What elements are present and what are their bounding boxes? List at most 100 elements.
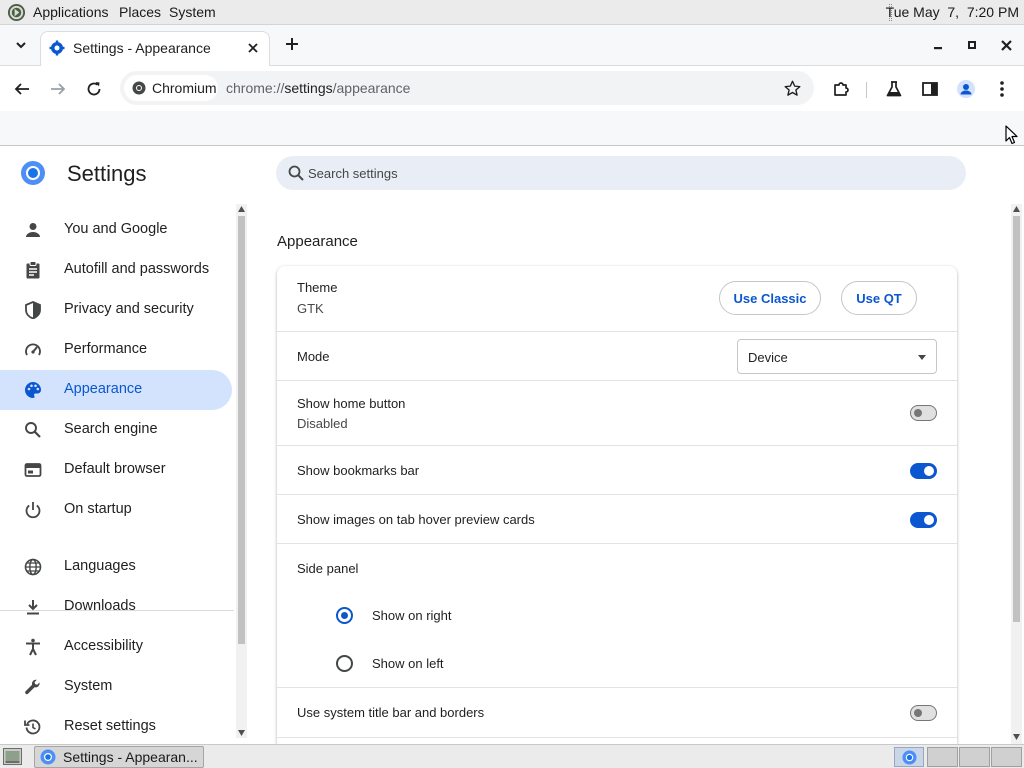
- maximize-icon: [968, 41, 976, 49]
- sidebar-scrollbar[interactable]: [236, 204, 247, 738]
- next-row: [277, 737, 957, 744]
- sidebar-item-appearance[interactable]: Appearance: [0, 370, 232, 410]
- bookmarks-bar-toggle[interactable]: [910, 463, 937, 479]
- scroll-down-arrow-icon[interactable]: [1013, 734, 1020, 740]
- sidebar-item-on-startup[interactable]: On startup: [0, 490, 232, 530]
- close-window-button[interactable]: [995, 34, 1017, 56]
- bookmarks-bar-label: Show bookmarks bar: [297, 463, 420, 478]
- side-panel-left-label[interactable]: Show on left: [372, 656, 444, 671]
- use-qt-button[interactable]: Use QT: [841, 281, 917, 315]
- gnome-foot-icon[interactable]: [7, 3, 26, 22]
- bookmark-star-button[interactable]: [782, 78, 802, 98]
- chromium-logo-icon: [21, 161, 45, 185]
- side-panel-row: Side panel Show on right Show on left: [277, 543, 957, 687]
- search-settings-input[interactable]: [308, 156, 948, 190]
- scroll-up-arrow-icon[interactable]: [238, 206, 245, 212]
- settings-search[interactable]: [276, 156, 966, 190]
- extensions-button[interactable]: [829, 77, 853, 101]
- sidebar-item-label: On startup: [64, 501, 132, 517]
- accessibility-icon: [26, 638, 40, 656]
- theme-row: Theme GTK Use Classic Use QT: [277, 266, 957, 331]
- title-bar-toggle[interactable]: [910, 705, 937, 721]
- show-desktop-icon[interactable]: [3, 748, 22, 765]
- sidebar-item-downloads[interactable]: Downloads: [0, 587, 232, 627]
- tab-title: Settings - Appearance: [73, 40, 211, 56]
- sidebar-item-reset-settings[interactable]: Reset settings: [0, 707, 232, 744]
- hover-cards-toggle[interactable]: [910, 512, 937, 528]
- minimize-icon: [934, 47, 942, 50]
- url-host: settings: [284, 80, 333, 96]
- dropdown-arrow-icon: [918, 355, 926, 360]
- theme-value: GTK: [297, 301, 324, 316]
- clipboard-icon: [26, 261, 40, 279]
- sidebar-item-performance[interactable]: Performance: [0, 330, 232, 370]
- scroll-down-arrow-icon[interactable]: [238, 730, 245, 736]
- main-scroll-thumb[interactable]: [1013, 216, 1020, 622]
- home-button-row[interactable]: Show home button Disabled: [277, 380, 957, 445]
- address-bar[interactable]: Chromium chrome://settings/appearance: [120, 71, 814, 105]
- plus-icon: [286, 38, 298, 50]
- sidebar-item-accessibility[interactable]: Accessibility: [0, 627, 232, 667]
- sidebar-scroll-thumb[interactable]: [238, 216, 245, 644]
- side-panel-right-label[interactable]: Show on right: [372, 608, 452, 623]
- back-button[interactable]: [10, 77, 34, 101]
- title-bar-row[interactable]: Use system title bar and borders: [277, 687, 957, 737]
- profile-button[interactable]: [954, 77, 978, 101]
- site-info-chip[interactable]: Chromium: [124, 75, 218, 101]
- tray-chromium[interactable]: [894, 747, 924, 767]
- sidebar-item-search-engine[interactable]: Search engine: [0, 410, 232, 450]
- reset-icon: [24, 719, 41, 735]
- home-button-label: Show home button: [297, 396, 406, 411]
- system-menu[interactable]: System: [169, 4, 216, 20]
- sidebar-item-label: Performance: [64, 341, 148, 357]
- avatar-icon: [957, 80, 975, 98]
- workspace-2[interactable]: [959, 747, 990, 767]
- tab-search-button[interactable]: [10, 34, 32, 56]
- sidebar-item-label: Appearance: [64, 381, 143, 397]
- mode-select[interactable]: Device: [737, 339, 937, 374]
- person-icon: [26, 223, 40, 237]
- theme-label: Theme: [297, 280, 338, 295]
- taskbar-window-settings[interactable]: Settings - Appearan...: [34, 746, 204, 768]
- scroll-up-arrow-icon[interactable]: [1013, 206, 1020, 212]
- sidebar-item-autofill[interactable]: Autofill and passwords: [0, 250, 232, 290]
- maximize-button[interactable]: [961, 34, 983, 56]
- applications-menu[interactable]: Applications: [33, 4, 109, 20]
- settings-gear-icon: [49, 40, 65, 56]
- url-text[interactable]: chrome://settings/appearance: [226, 80, 410, 96]
- reload-button[interactable]: [82, 77, 106, 101]
- globe-icon: [24, 558, 42, 576]
- shield-icon: [25, 301, 41, 319]
- workspace-3[interactable]: [991, 747, 1022, 767]
- workspace-1[interactable]: [927, 747, 958, 767]
- tab-settings-appearance[interactable]: Settings - Appearance: [40, 31, 270, 67]
- bookmarks-bar-row[interactable]: Show bookmarks bar: [277, 445, 957, 494]
- sidebar-item-system[interactable]: System: [0, 667, 232, 707]
- main-scrollbar[interactable]: [1011, 204, 1022, 744]
- minimize-button[interactable]: [927, 34, 949, 56]
- clock[interactable]: Tue May 7, 7:20 PM: [886, 4, 1019, 20]
- hover-cards-label: Show images on tab hover preview cards: [297, 512, 535, 527]
- tab-close-button[interactable]: [243, 38, 263, 58]
- side-panel-icon: [922, 82, 938, 96]
- labs-button[interactable]: [882, 77, 906, 101]
- top-panel: Applications Places System Tue May 7, 7:…: [0, 0, 1024, 25]
- new-tab-button[interactable]: [281, 33, 303, 55]
- forward-button[interactable]: [46, 77, 70, 101]
- side-panel-right-radio[interactable]: [336, 607, 353, 624]
- sidebar-item-you-and-google[interactable]: You and Google: [0, 210, 232, 250]
- use-classic-button[interactable]: Use Classic: [719, 281, 821, 315]
- hover-cards-row[interactable]: Show images on tab hover preview cards: [277, 494, 957, 543]
- places-menu[interactable]: Places: [119, 4, 161, 20]
- search-icon: [288, 165, 304, 181]
- sidebar-item-languages[interactable]: Languages: [0, 547, 232, 587]
- sidebar-item-default-browser[interactable]: Default browser: [0, 450, 232, 490]
- side-panel-left-radio[interactable]: [336, 655, 353, 672]
- home-button-toggle[interactable]: [910, 405, 937, 421]
- chrome-menu-button[interactable]: [990, 77, 1014, 101]
- section-title: Appearance: [277, 233, 358, 250]
- side-panel-button[interactable]: [918, 77, 942, 101]
- sidebar-item-label: System: [64, 678, 113, 694]
- sidebar-item-label: Reset settings: [64, 718, 156, 734]
- sidebar-item-privacy[interactable]: Privacy and security: [0, 290, 232, 330]
